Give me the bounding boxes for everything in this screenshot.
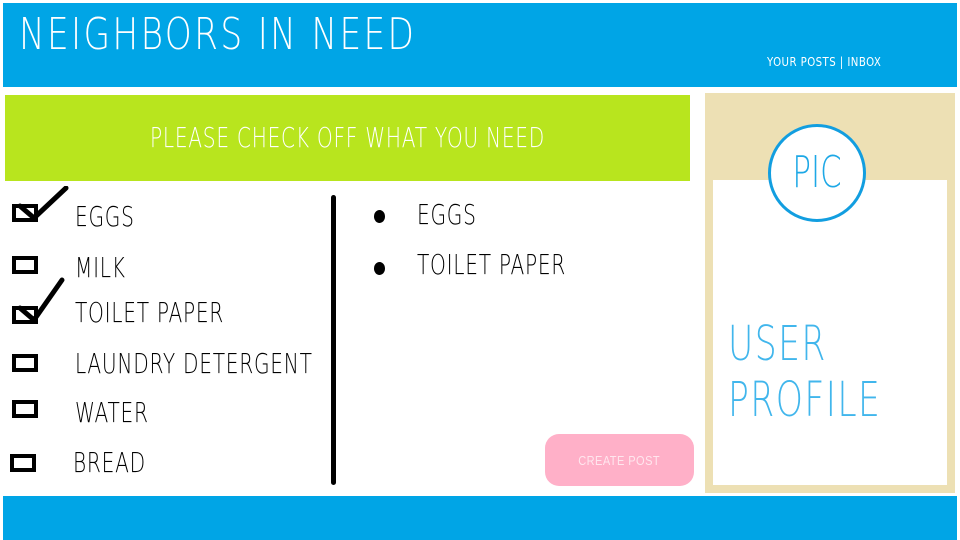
checklist-item-label: LAUNDRY DETERGENT bbox=[75, 347, 313, 380]
list-item-label: EGGS bbox=[417, 198, 477, 231]
app-title: NEIGHBORS IN NEED bbox=[19, 9, 417, 60]
header-bar: NEIGHBORS IN NEED YOUR POSTS | INBOX bbox=[3, 3, 957, 87]
checkmark-icon bbox=[17, 277, 65, 323]
checklist-item-label: TOILET PAPER bbox=[75, 296, 225, 329]
bullet-icon bbox=[374, 210, 385, 223]
banner-text: PLEASE CHECK OFF WHAT YOU NEED bbox=[150, 121, 545, 154]
create-post-button[interactable]: CREATE POST bbox=[545, 434, 694, 486]
user-profile-line1: USER bbox=[728, 316, 827, 372]
instruction-banner: PLEASE CHECK OFF WHAT YOU NEED bbox=[5, 95, 690, 181]
checkbox[interactable] bbox=[10, 454, 36, 472]
top-nav: YOUR POSTS | INBOX bbox=[767, 55, 881, 69]
column-divider bbox=[331, 195, 336, 485]
nav-separator: | bbox=[839, 55, 844, 69]
profile-picture-label: PIC bbox=[792, 147, 842, 198]
user-profile-title[interactable]: USER PROFILE bbox=[728, 316, 881, 428]
checkbox[interactable] bbox=[12, 354, 38, 372]
checklist-item-label: BREAD bbox=[73, 446, 146, 479]
create-post-label: CREATE POST bbox=[578, 452, 661, 468]
checkbox[interactable] bbox=[12, 400, 38, 418]
list-item-label: TOILET PAPER bbox=[417, 248, 567, 281]
profile-picture[interactable]: PIC bbox=[768, 124, 866, 222]
checkmark-icon bbox=[17, 186, 69, 221]
checklist-item-label: WATER bbox=[75, 396, 149, 429]
checklist-item-label: EGGS bbox=[75, 200, 135, 233]
footer-bar bbox=[3, 496, 957, 540]
bullet-icon bbox=[374, 262, 385, 275]
checklist-item-label: MILK bbox=[75, 251, 126, 284]
your-posts-link[interactable]: YOUR POSTS bbox=[767, 55, 836, 69]
user-profile-line2: PROFILE bbox=[728, 372, 882, 428]
checkbox[interactable] bbox=[12, 256, 38, 274]
inbox-link[interactable]: INBOX bbox=[847, 55, 881, 69]
